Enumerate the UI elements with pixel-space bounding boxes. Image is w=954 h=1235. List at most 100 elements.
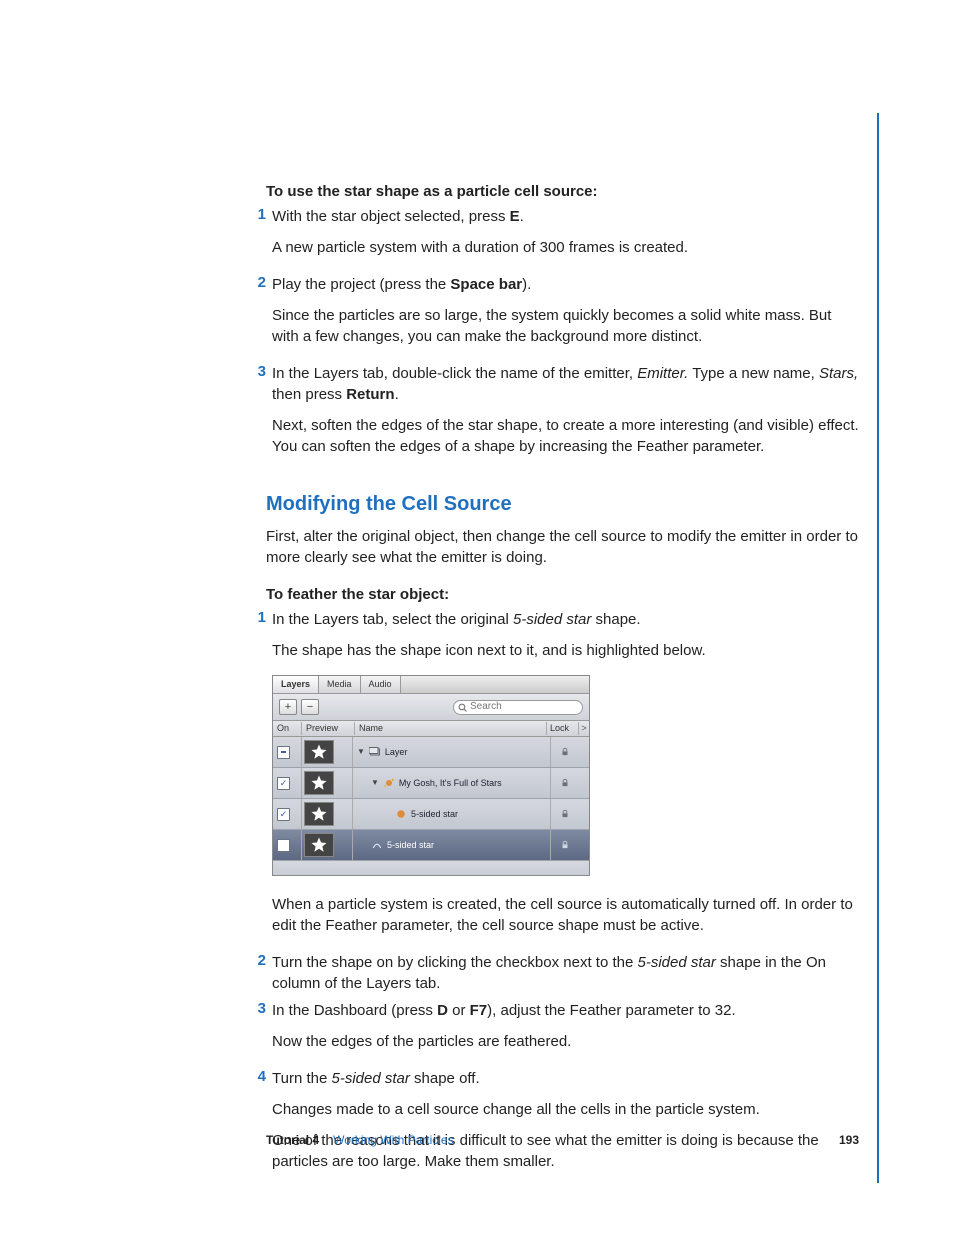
text: With the star object selected, press <box>272 208 510 225</box>
lock-icon[interactable] <box>560 809 570 819</box>
search-input[interactable]: Search <box>453 700 583 715</box>
text: Turn the shape on by clicking the checkb… <box>272 954 638 971</box>
step-a2: 2 Play the project (press the Space bar)… <box>248 274 859 357</box>
text: ), adjust the Feather parameter to 32. <box>487 1002 735 1019</box>
text: Play the project (press the <box>272 276 450 293</box>
row-name[interactable]: My Gosh, It's Full of Stars <box>399 777 502 790</box>
search-icon <box>458 703 467 712</box>
text-key: F7 <box>470 1002 488 1019</box>
text: First, alter the original object, then c… <box>266 526 859 568</box>
tab-bar: Layers Media Audio <box>273 676 589 694</box>
footer-tutorial: Tutorial 4 <box>266 1133 319 1147</box>
checkbox-on[interactable] <box>277 808 290 821</box>
remove-button[interactable]: − <box>301 699 319 715</box>
footer-title: Working With Particles <box>333 1133 453 1147</box>
text: The shape has the shape icon next to it,… <box>272 640 859 661</box>
thumbnail <box>304 740 334 764</box>
search-placeholder: Search <box>470 700 502 714</box>
text-key: Return <box>346 386 394 403</box>
text: shape. <box>591 611 640 628</box>
text: When a particle system is created, the c… <box>272 894 859 936</box>
tab-layers[interactable]: Layers <box>273 676 319 693</box>
step-b4: 4 Turn the 5-sided star shape off. Chang… <box>248 1068 859 1182</box>
column-headers: On Preview Name Lock > <box>273 721 589 737</box>
table-row-selected[interactable]: 5-sided star <box>273 830 589 861</box>
step-number: 1 <box>248 609 272 946</box>
star-icon <box>310 805 328 823</box>
step-number: 1 <box>248 206 272 268</box>
step-a1: 1 With the star object selected, press E… <box>248 206 859 268</box>
col-preview[interactable]: Preview <box>302 722 355 735</box>
disclosure-icon[interactable]: ▼ <box>357 746 365 757</box>
thumbnail <box>304 771 334 795</box>
lock-icon[interactable] <box>560 840 570 850</box>
step-b3: 3 In the Dashboard (press D or F7), adju… <box>248 1000 859 1062</box>
table-row[interactable]: ▼ My Gosh, It's Full of Stars <box>273 768 589 799</box>
blank-row <box>273 861 589 875</box>
checkbox-on[interactable] <box>277 777 290 790</box>
row-name[interactable]: 5-sided star <box>411 808 458 821</box>
heading-feather: To feather the star object: <box>266 586 859 603</box>
table-row[interactable]: 5-sided star <box>273 799 589 830</box>
step-number: 3 <box>248 363 272 467</box>
text: Since the particles are so large, the sy… <box>272 305 859 347</box>
text: then press <box>272 386 346 403</box>
lock-icon[interactable] <box>560 747 570 757</box>
thumbnail <box>304 833 334 857</box>
heading-use-star: To use the star shape as a particle cell… <box>266 183 859 200</box>
text-emph: 5-sided star <box>638 954 716 971</box>
text-key: Space bar <box>450 276 522 293</box>
step-b1: 1 In the Layers tab, select the original… <box>248 609 859 946</box>
text: In the Dashboard (press <box>272 1002 437 1019</box>
thumbnail <box>304 802 334 826</box>
text: shape off. <box>410 1070 480 1087</box>
text: . <box>395 386 399 403</box>
margin-bar <box>877 113 879 1183</box>
lock-icon[interactable] <box>560 778 570 788</box>
text-key: E <box>510 208 520 225</box>
text-emph: 5-sided star <box>331 1070 409 1087</box>
text-emph: Stars, <box>819 365 858 382</box>
step-a3: 3 In the Layers tab, double-click the na… <box>248 363 859 467</box>
text-emph: Emitter. <box>637 365 688 382</box>
add-button[interactable]: + <box>279 699 297 715</box>
layer-icon <box>369 746 381 758</box>
star-icon <box>310 743 328 761</box>
text-key: D <box>437 1002 448 1019</box>
page-footer: Tutorial 4 Working With Particles 193 <box>266 1133 859 1147</box>
star-icon <box>310 774 328 792</box>
checkbox-partial[interactable] <box>277 746 290 759</box>
text: A new particle system with a duration of… <box>272 237 859 258</box>
text: Type a new name, <box>688 365 819 382</box>
row-name[interactable]: 5-sided star <box>387 839 434 852</box>
disclosure-icon[interactable]: ▼ <box>371 777 379 788</box>
col-lock[interactable]: Lock <box>547 722 579 735</box>
step-number: 2 <box>248 952 272 994</box>
text: In the Layers tab, select the original <box>272 611 513 628</box>
tab-media[interactable]: Media <box>319 676 361 693</box>
checkbox-off[interactable] <box>277 839 290 852</box>
step-b2: 2 Turn the shape on by clicking the chec… <box>248 952 859 994</box>
tab-audio[interactable]: Audio <box>361 676 401 693</box>
col-name[interactable]: Name <box>355 722 547 735</box>
text: Changes made to a cell source change all… <box>272 1099 859 1120</box>
toolbar: + − Search <box>273 694 589 721</box>
text: . <box>520 208 524 225</box>
text: Now the edges of the particles are feath… <box>272 1031 859 1052</box>
star-icon <box>310 836 328 854</box>
col-expand[interactable]: > <box>579 722 589 735</box>
row-name[interactable]: Layer <box>385 746 408 759</box>
cell-icon <box>395 808 407 820</box>
heading-modifying: Modifying the Cell Source <box>266 493 859 516</box>
step-number: 3 <box>248 1000 272 1062</box>
text-emph: 5-sided star <box>513 611 591 628</box>
text: Next, soften the edges of the star shape… <box>272 415 859 457</box>
text: In the Layers tab, double-click the name… <box>272 365 637 382</box>
shape-icon <box>371 839 383 851</box>
text: or <box>448 1002 470 1019</box>
step-number: 4 <box>248 1068 272 1182</box>
layers-panel: Layers Media Audio + − Search On Preview… <box>272 675 590 876</box>
text: Turn the <box>272 1070 331 1087</box>
table-row[interactable]: ▼ Layer <box>273 737 589 768</box>
col-on[interactable]: On <box>273 722 302 735</box>
